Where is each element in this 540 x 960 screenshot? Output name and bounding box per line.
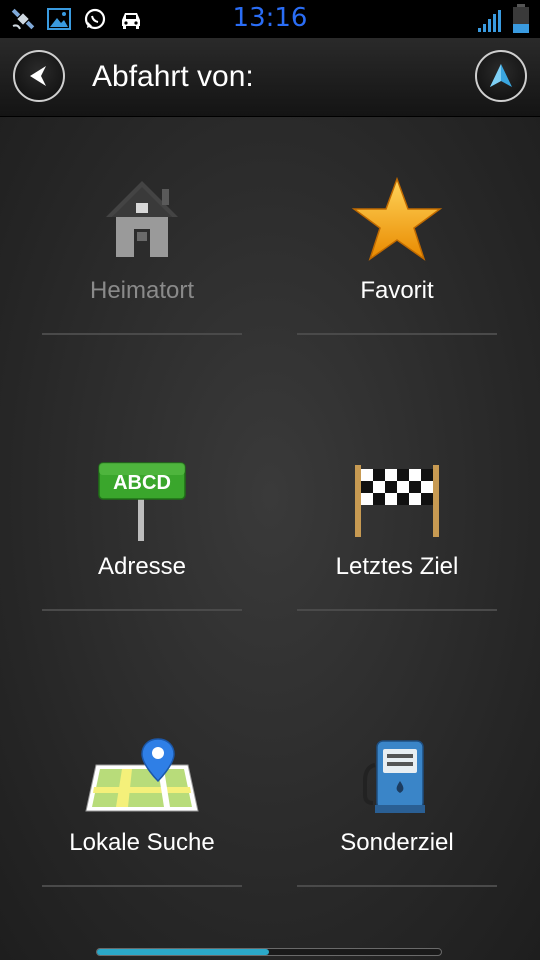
tile-heimatort[interactable]: Heimatort — [42, 167, 242, 337]
navigation-button[interactable] — [475, 50, 527, 102]
tile-label-adresse: Adresse — [97, 553, 187, 580]
tile-sonderziel[interactable]: Sonderziel — [297, 719, 497, 889]
battery-icon — [513, 4, 529, 33]
tile-label-heimatort: Heimatort — [89, 277, 195, 304]
page-title: Abfahrt von: — [92, 60, 254, 93]
tile-label-lokale-suche: Lokale Suche — [69, 829, 215, 856]
signal-icon — [478, 10, 501, 32]
tile-label-favorit: Favorit — [360, 277, 434, 304]
back-button[interactable] — [13, 50, 65, 102]
divider — [42, 885, 242, 887]
tile-lokale-suche[interactable]: Lokale Suche — [42, 719, 242, 889]
fuel-pump-icon — [363, 740, 425, 813]
tile-label-sonderziel: Sonderziel — [340, 829, 454, 856]
home-icon — [106, 181, 178, 257]
tile-letztes-ziel[interactable]: Letztes Ziel — [297, 443, 497, 613]
star-icon — [351, 176, 443, 261]
menu-grid: Heimatort Favorit ABCD Adresse Letztes Z… — [0, 117, 540, 960]
clock: 13:16 — [232, 3, 308, 33]
tile-favorit[interactable]: Favorit — [297, 167, 497, 337]
divider — [297, 609, 497, 611]
page-scroll-indicator[interactable] — [96, 948, 442, 956]
address-sign-icon: ABCD — [98, 462, 186, 541]
system-icons — [476, 4, 530, 34]
divider — [42, 609, 242, 611]
header-bar: Abfahrt von: — [0, 38, 540, 117]
map-pin-icon — [85, 738, 199, 812]
sign-text: ABCD — [113, 472, 171, 494]
divider — [42, 333, 242, 335]
back-arrow-icon — [30, 66, 46, 86]
tile-adresse[interactable]: ABCD Adresse — [42, 443, 242, 613]
status-bar: 13:16 — [0, 0, 540, 38]
finish-flag-icon — [355, 465, 439, 537]
tile-label-letztes-ziel: Letztes Ziel — [335, 553, 459, 580]
page-scroll-thumb — [97, 949, 269, 955]
divider — [297, 885, 497, 887]
navigation-arrow-icon — [490, 64, 512, 87]
divider — [297, 333, 497, 335]
